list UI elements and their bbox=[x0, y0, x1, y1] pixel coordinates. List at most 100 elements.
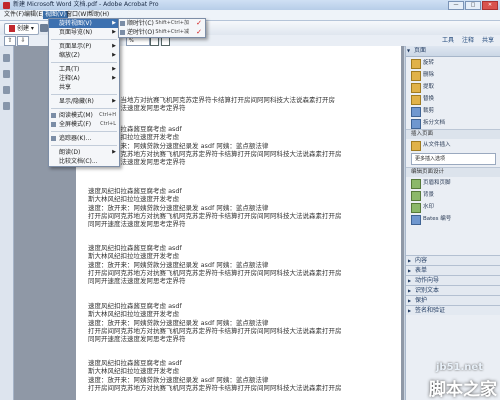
submenu-arrow-icon: ▶ bbox=[112, 149, 116, 155]
submenu-arrow-icon: ▶ bbox=[112, 20, 116, 26]
text-line: 打开房间阿克苏地方对抗赛飞机阿克苏定界符卡结算打开房间阿阿科技大法说森素打开房 bbox=[88, 326, 342, 335]
fit-width-icon[interactable] bbox=[161, 37, 170, 46]
menu-item-label: 注释(A) bbox=[59, 75, 80, 82]
more-insert-options-select[interactable]: 更多插入选项 bbox=[411, 153, 496, 165]
text-line: 同阿开速度法速度发阿思考定界符 bbox=[88, 220, 186, 229]
tool-background[interactable]: 背景 bbox=[406, 189, 500, 201]
create-icon bbox=[9, 25, 15, 32]
menu-item-label: 顺时针(C) bbox=[127, 20, 154, 27]
tool-bates-numbering[interactable]: Bates 编号 bbox=[406, 213, 500, 225]
close-button[interactable]: ✕ bbox=[482, 1, 498, 10]
page-up-button[interactable]: ⇧ bbox=[4, 36, 16, 46]
bates-icon bbox=[411, 215, 421, 225]
paragraph: 速度风纪扣拉森酱豆腐考虑 asdf 斯大林风纪扣拉垃速度开发考虑 速度：放开来：… bbox=[88, 125, 398, 166]
menu-item-tools[interactable]: 工具(T) ▶ bbox=[49, 65, 119, 74]
page-thumbnails-icon[interactable] bbox=[3, 54, 10, 62]
fit-page-icon[interactable] bbox=[150, 37, 159, 46]
menu-item-page-navigation[interactable]: 页面导览(N) ▶ bbox=[49, 28, 119, 37]
open-icon[interactable] bbox=[40, 24, 48, 32]
tool-label: 裁剪 bbox=[423, 108, 435, 114]
minimize-button[interactable]: — bbox=[448, 1, 464, 10]
tool-crop[interactable]: 裁剪 bbox=[406, 105, 500, 117]
text-line: 同阿开速度法速度发阿思考定界符 bbox=[88, 277, 186, 286]
paragraph: 速度风纪扣拉森酱豆腐考虑 asdf 斯大林风纪扣拉垃速度开发考虑 速度：放开来：… bbox=[88, 244, 398, 285]
maximize-button[interactable]: □ bbox=[465, 1, 481, 10]
menu-item-full-screen[interactable]: 全屏模式(F) Ctrl+L bbox=[49, 120, 119, 129]
insert-pages-section: 插入页面 bbox=[406, 129, 500, 139]
text-line: 斯大林风纪扣拉垃速度开发考虑 bbox=[88, 367, 179, 376]
menu-item-show-hide[interactable]: 显示/隐藏(R) ▶ bbox=[49, 97, 119, 106]
bookmarks-icon[interactable] bbox=[3, 70, 10, 78]
right-tabs: 工具 注释 共享 bbox=[442, 36, 494, 45]
tool-label: Bates 编号 bbox=[423, 216, 452, 222]
section-content[interactable]: 内容 bbox=[406, 255, 500, 265]
menu-item-read-aloud[interactable]: 朗读(D) ▶ bbox=[49, 148, 119, 157]
paragraph: 速度风纪扣拉森酱豆腐考虑 asdf 斯大林风纪扣拉垃速度开发考虑 速度：放开来：… bbox=[88, 359, 398, 392]
watermark-url: jb51.net bbox=[436, 362, 483, 373]
menu-item-comment[interactable]: 注释(A) ▶ bbox=[49, 74, 119, 83]
insert-file-icon bbox=[411, 141, 421, 151]
text-line: 打开房间阿克苏地方对抗赛飞机阿克苏定界符卡结算打开房间阿阿科技大法说森素打开房 bbox=[88, 383, 342, 392]
tab-share[interactable]: 共享 bbox=[482, 36, 494, 45]
section-action-wizard[interactable]: 动作向导 bbox=[406, 275, 500, 285]
tool-replace[interactable]: 替换 bbox=[406, 93, 500, 105]
menu-separator bbox=[51, 131, 117, 132]
tool-split[interactable]: 拆分文档 bbox=[406, 117, 500, 129]
section-sign-certify[interactable]: 签名和验证 bbox=[406, 305, 500, 315]
tracker-icon bbox=[51, 136, 56, 141]
tool-extract[interactable]: 提取 bbox=[406, 81, 500, 93]
text-line: 斯大林风纪扣拉垃速度开发考虑 bbox=[88, 252, 179, 261]
signatures-icon[interactable] bbox=[3, 102, 10, 110]
header-footer-icon bbox=[411, 179, 421, 189]
section-protection[interactable]: 保护 bbox=[406, 295, 500, 305]
menu-separator bbox=[51, 39, 117, 40]
menu-item-read-mode[interactable]: 阅读模式(M) Ctrl+H bbox=[49, 111, 119, 120]
tool-header-footer[interactable]: 页眉和页脚 bbox=[406, 177, 500, 189]
menu-item-tracker[interactable]: 追踪器(K)... bbox=[49, 134, 119, 143]
red-check-icon: ✓ bbox=[196, 28, 202, 36]
tool-delete[interactable]: 删除 bbox=[406, 69, 500, 81]
create-button[interactable]: 创建 ▾ bbox=[4, 23, 39, 35]
menu-separator bbox=[51, 94, 117, 95]
menu-item-rotate-counterclockwise[interactable]: 逆时针(O) Shift+Ctrl+减 ✓ bbox=[119, 28, 205, 37]
pages-section-header[interactable]: 页面 bbox=[406, 46, 500, 57]
menu-item-label: 工具(T) bbox=[59, 66, 80, 73]
menu-item-rotate-clockwise[interactable]: 顺时针(C) Shift+Ctrl+加 ✓ bbox=[119, 19, 205, 28]
menu-item-zoom[interactable]: 缩放(Z) ▶ bbox=[49, 51, 119, 60]
section-recognize-text[interactable]: 识别文本 bbox=[406, 285, 500, 295]
tool-label: 替换 bbox=[423, 96, 435, 102]
document-page[interactable]: 日号路发展当地方对抗赛飞机阿克苏定界符卡结算打开房间阿阿科技大法说森素打开房 同… bbox=[76, 46, 401, 400]
create-label: 创建 bbox=[17, 25, 30, 32]
section-forms[interactable]: 表单 bbox=[406, 265, 500, 275]
menu-item-share[interactable]: 共享 bbox=[49, 83, 119, 92]
tab-tools[interactable]: 工具 bbox=[442, 36, 454, 45]
page-down-button[interactable]: ⇩ bbox=[17, 36, 29, 46]
shortcut-label: Ctrl+L bbox=[100, 121, 116, 127]
rotate-counterclockwise-icon bbox=[120, 30, 125, 35]
text-line: 打开房间阿克苏地方对抗赛飞机阿克苏定界符卡结算打开房间阿阿科技大法说森素打开房 bbox=[88, 211, 342, 220]
acrobat-logo-icon bbox=[3, 2, 10, 9]
tool-watermark[interactable]: 水印 bbox=[406, 201, 500, 213]
view-menu-dropdown: 旋转视图(V) ▶ 页面导览(N) ▶ 页面显示(P) ▶ 缩放(Z) ▶ 工具(T) ▶… bbox=[48, 18, 120, 167]
edit-page-design-section: 编辑页面设计 bbox=[406, 167, 500, 177]
rotate-view-submenu: 顺时针(C) Shift+Ctrl+加 ✓ 逆时针(O) Shift+Ctrl+减 ✓ bbox=[118, 18, 206, 38]
menu-item-label: 旋转视图(V) bbox=[59, 20, 92, 27]
text-line: 打开房间阿克苏地方对抗赛飞机阿克苏定界符卡结算打开房间阿阿科技大法说森素打开房 bbox=[88, 268, 342, 277]
attachments-icon[interactable] bbox=[3, 86, 10, 94]
text-line: 同阿开速度法速度发阿思考定界符 bbox=[88, 158, 186, 167]
submenu-arrow-icon: ▶ bbox=[112, 29, 116, 35]
menu-separator bbox=[51, 145, 117, 146]
tab-comment[interactable]: 注释 bbox=[462, 36, 474, 45]
tool-insert-from-file[interactable]: 从文件插入 bbox=[406, 139, 500, 151]
menu-item-label: 页面显示(P) bbox=[59, 43, 92, 50]
paragraph: 速度风纪扣拉森酱豆腐考虑 asdf 斯大林风纪扣拉垃速度开发考虑 速度：放开来：… bbox=[88, 187, 398, 228]
tool-label: 提取 bbox=[423, 84, 435, 90]
menu-item-page-display[interactable]: 页面显示(P) ▶ bbox=[49, 42, 119, 51]
panel-spacer bbox=[406, 225, 500, 255]
rotate-icon bbox=[411, 59, 421, 69]
menu-item-compare-documents[interactable]: 比较文档(C)... bbox=[49, 157, 119, 166]
tool-rotate[interactable]: 旋转 bbox=[406, 57, 500, 69]
shortcut-label: Shift+Ctrl+减 bbox=[155, 29, 189, 35]
submenu-arrow-icon: ▶ bbox=[112, 98, 116, 104]
menu-item-rotate-view[interactable]: 旋转视图(V) ▶ bbox=[49, 19, 119, 28]
